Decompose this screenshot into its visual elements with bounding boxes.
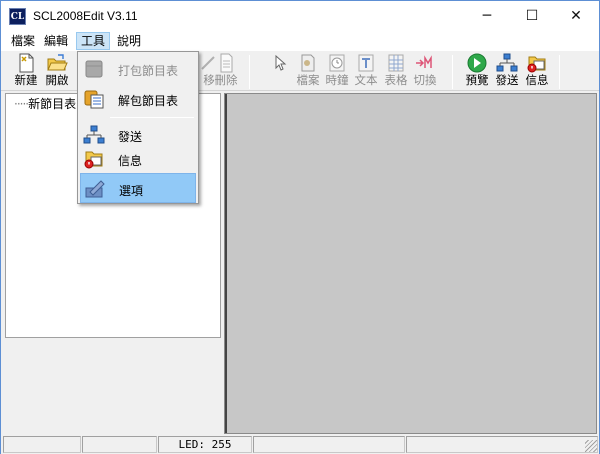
new-document-icon [19, 53, 34, 73]
app-logo-icon: CL [9, 8, 26, 25]
package-icon [85, 60, 103, 78]
menu-item-unpack[interactable]: 解包節目表 [80, 84, 196, 114]
network-icon [83, 125, 105, 144]
window-title: SCL2008Edit V3.11 [33, 9, 138, 23]
info-button[interactable]: 信息 [522, 53, 552, 91]
preview-canvas[interactable] [224, 93, 597, 434]
status-cell-4 [253, 436, 405, 453]
tools-dropdown: 打包節目表 解包節目表 發送 信息 選項 [77, 51, 199, 204]
close-button[interactable]: ✕ [553, 1, 599, 31]
menu-separator [110, 117, 194, 118]
network-icon [496, 53, 518, 72]
text-icon [358, 54, 374, 72]
canvas-edge [225, 94, 227, 433]
toolbar-divider [249, 55, 250, 89]
status-cell-2 [82, 436, 157, 453]
menu-edit[interactable]: 編輯 [40, 32, 72, 50]
switch-label: 切換 [413, 73, 437, 87]
switch-icon [416, 55, 432, 68]
menu-file[interactable]: 檔案 [7, 32, 39, 50]
menu-item-info[interactable]: 信息 [80, 144, 196, 174]
app-window: CL SCL2008Edit V3.11 ─ ☐ ✕ 檔案 編輯 工具 說明 新… [0, 0, 600, 454]
resize-grip[interactable] [585, 440, 597, 452]
menu-item-options[interactable]: 選項 [80, 173, 196, 203]
status-led: LED: 255 [158, 436, 252, 453]
open-folder-icon [47, 54, 68, 71]
open-label: 開啟 [45, 73, 69, 87]
toolbar-divider [559, 55, 560, 89]
menu-bar: 檔案 編輯 工具 說明 [1, 31, 599, 51]
tree-item-root[interactable]: ·····新節目表 [14, 95, 76, 112]
tree-connector: ····· [14, 97, 29, 111]
options-icon [85, 180, 105, 198]
toolbar-divider [452, 55, 453, 89]
menu-help[interactable]: 說明 [113, 32, 145, 50]
clock-icon [329, 54, 345, 72]
info-folder-icon [527, 56, 546, 73]
new-button[interactable]: 新建 [11, 53, 41, 91]
maximize-button[interactable]: ☐ [509, 1, 555, 31]
title-bar: CL SCL2008Edit V3.11 ─ ☐ ✕ [1, 1, 599, 31]
menu-item-pack[interactable]: 打包節目表 [80, 54, 196, 84]
info-menu-label: 信息 [118, 154, 143, 168]
status-cell-1 [3, 436, 81, 453]
tree-item-label: 新節目表 [28, 97, 77, 111]
open-button[interactable]: 開啟 [42, 53, 72, 91]
unpack-icon [84, 90, 104, 109]
info-folder-icon [84, 151, 103, 169]
pointer-icon [275, 54, 287, 71]
minimize-button[interactable]: ─ [464, 1, 510, 31]
file-icon [301, 54, 315, 72]
delete-label: 刪除 [214, 73, 238, 87]
options-label: 選項 [119, 184, 144, 198]
delete-button[interactable]: 刪除 [211, 53, 241, 91]
status-bar: LED: 255 [1, 435, 599, 454]
info-label: 信息 [525, 73, 549, 87]
play-icon [467, 53, 487, 73]
delete-icon [220, 53, 233, 73]
table-icon [388, 54, 404, 72]
menu-tools[interactable]: 工具 [76, 32, 111, 50]
properties-pane [5, 339, 221, 433]
status-cell-5 [406, 436, 598, 453]
unpack-label: 解包節目表 [118, 94, 179, 108]
pack-label: 打包節目表 [118, 64, 179, 78]
switch-button[interactable]: 切換 [410, 53, 440, 91]
send-menu-label: 發送 [118, 130, 143, 144]
